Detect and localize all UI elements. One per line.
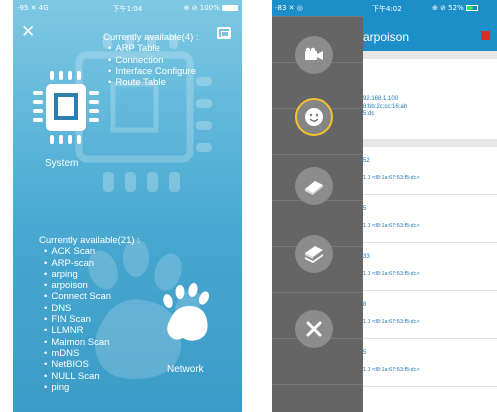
list-item[interactable]: NULL Scan	[44, 371, 140, 382]
camera-icon	[305, 47, 323, 60]
list-item[interactable]: Route Table	[108, 77, 199, 88]
list-item[interactable]: DNS	[44, 303, 140, 314]
face-icon	[305, 108, 323, 126]
system-module-list: Currently available(4) : ARP Table Conne…	[103, 32, 199, 88]
status-bar: -95 ✕ 4G 下午1:04 ⊕ ⊘ 100%	[13, 0, 242, 16]
close-icon	[306, 321, 322, 337]
book-icon	[305, 181, 323, 195]
battery-icon	[222, 5, 238, 11]
list-item[interactable]: FIN Scan	[44, 314, 140, 325]
right-phone-screen: -83 ✕ ◎ 下午4:02 ⊕ ⊘ 52% arpoison 92.168.1…	[272, 0, 497, 412]
list-item[interactable]: Connect Scan	[44, 291, 140, 302]
signal-indicator: -83 ✕ ◎	[275, 4, 303, 12]
row-title: 5	[363, 350, 367, 356]
close-icon[interactable]: ✕	[21, 24, 35, 41]
info-line: 8:bb:2c:cc:16:ab	[363, 103, 408, 110]
clock: 下午4:02	[372, 5, 402, 13]
face-button[interactable]	[295, 98, 333, 136]
info-line: 92.168.1.100	[363, 96, 399, 102]
row-detail: 1.1 <f8:1a:67:53:f5:dc>	[363, 319, 420, 325]
system-category-label[interactable]: System	[45, 158, 78, 169]
list-item[interactable]: ACK Scan	[44, 246, 140, 257]
status-bar: -83 ✕ ◎ 下午4:02 ⊕ ⊘ 52%	[272, 0, 497, 16]
stop-icon[interactable]	[481, 31, 490, 40]
list-item[interactable]: ARP Table	[108, 43, 199, 54]
left-phone-screen: -95 ✕ 4G 下午1:04 ⊕ ⊘ 100% ✕ Currently ava…	[13, 0, 242, 412]
list-item[interactable]: Connection	[108, 55, 199, 66]
close-button[interactable]	[295, 310, 333, 348]
row-detail: 1.1 <f8:1a:67:53:f5:dc>	[363, 223, 420, 229]
page-title: arpoison	[363, 30, 410, 44]
list-item[interactable]: arping	[44, 269, 140, 280]
window-icon[interactable]	[217, 27, 231, 39]
list-item[interactable]: Interface Configure	[108, 66, 199, 77]
books-stack-icon	[305, 246, 323, 263]
action-drawer	[272, 16, 363, 412]
list-item[interactable]: LLMNR	[44, 325, 140, 336]
battery-icon	[465, 5, 478, 11]
camera-button[interactable]	[295, 36, 333, 74]
list-item[interactable]: Maimon Scan	[44, 337, 140, 348]
list-item[interactable]: NetBIOS	[44, 359, 140, 370]
list-item[interactable]: ping	[44, 382, 140, 393]
system-available-header: Currently available(4) :	[103, 32, 199, 43]
battery-indicator: ⊕ ⊘ 100%	[184, 4, 238, 12]
network-module-list: Currently available(21) : ACK Scan ARP-s…	[39, 235, 140, 393]
network-category-label[interactable]: Network	[167, 364, 204, 375]
battery-indicator: ⊕ ⊘ 52%	[432, 4, 478, 12]
list-item[interactable]: ARP-scan	[44, 258, 140, 269]
books-button[interactable]	[295, 235, 333, 273]
network-available-header: Currently available(21) :	[39, 235, 140, 246]
row-title: 33	[363, 254, 370, 260]
row-detail: 1.1 <f8:1a:67:53:f5:dc>	[363, 271, 420, 277]
row-detail: 1.1 <f8:1a:67:53:f5:dc>	[363, 367, 420, 373]
row-title: 5	[363, 206, 367, 212]
list-item[interactable]: mDNS	[44, 348, 140, 359]
row-title: 52	[363, 158, 370, 164]
book-button[interactable]	[295, 167, 333, 205]
list-item[interactable]: arpoison	[44, 280, 140, 291]
row-title: 8	[363, 302, 367, 308]
row-detail: 1.1 <f8:1a:67:53:f5:dc>	[363, 175, 420, 181]
info-line: 5:dc	[363, 111, 375, 117]
target-info: 92.168.1.100 8:bb:2c:cc:16:ab 5:dc	[363, 96, 407, 119]
drawer-overlay	[272, 16, 363, 412]
